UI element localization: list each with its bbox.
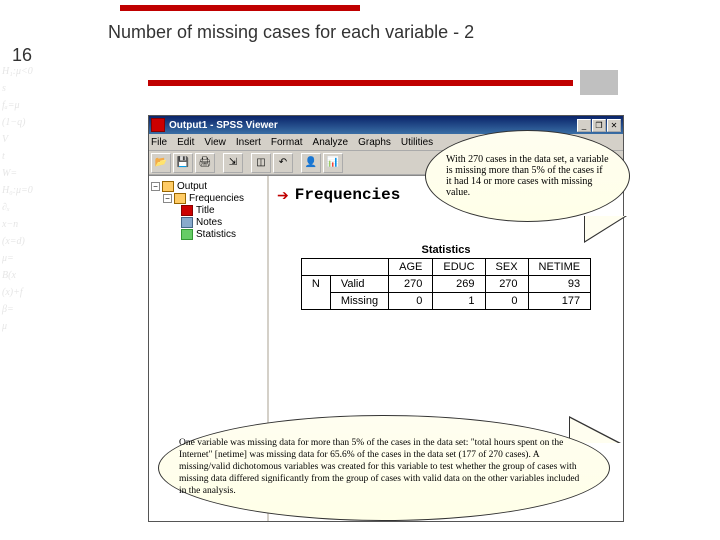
callout-bottom: One variable was missing data for more t… bbox=[158, 415, 610, 521]
tree-title[interactable]: Title bbox=[196, 205, 215, 216]
close-button[interactable]: ✕ bbox=[607, 119, 621, 132]
menu-file[interactable]: File bbox=[151, 137, 167, 148]
stats-icon bbox=[181, 229, 193, 240]
table-caption: Statistics bbox=[277, 244, 615, 256]
cell: 177 bbox=[528, 293, 591, 310]
menu-utilities[interactable]: Utilities bbox=[401, 137, 433, 148]
col-educ: EDUC bbox=[433, 259, 485, 276]
decoration-bar-top bbox=[120, 5, 360, 11]
callout-tail bbox=[585, 216, 625, 241]
col-netime: NETIME bbox=[528, 259, 591, 276]
col-age: AGE bbox=[389, 259, 433, 276]
cell: 0 bbox=[389, 293, 433, 310]
save-icon[interactable]: 💾 bbox=[173, 153, 193, 173]
table-row: Missing 0 1 0 177 bbox=[301, 293, 590, 310]
output-icon bbox=[162, 181, 174, 192]
undo-icon[interactable]: ↶ bbox=[273, 153, 293, 173]
tree-statistics[interactable]: Statistics bbox=[196, 229, 236, 240]
cell: 93 bbox=[528, 276, 591, 293]
menu-view[interactable]: View bbox=[204, 137, 226, 148]
table-header-row: AGE EDUC SEX NETIME bbox=[301, 259, 590, 276]
arrow-icon: ➔ bbox=[277, 187, 289, 204]
cell: 1 bbox=[433, 293, 485, 310]
background-formulas: H₁:μ<0sfₐ=μ (1−q)Vt W=H₀:μ=0∂ₓ x−n(x=d)μ… bbox=[0, 60, 75, 480]
row-valid: Valid bbox=[330, 276, 388, 293]
decoration-bar-mid bbox=[148, 80, 573, 86]
chart-icon[interactable]: 📊 bbox=[323, 153, 343, 173]
row-missing: Missing bbox=[330, 293, 388, 310]
menu-format[interactable]: Format bbox=[271, 137, 303, 148]
rowgroup-n: N bbox=[301, 276, 330, 293]
export-icon[interactable]: ⇲ bbox=[223, 153, 243, 173]
dialog-icon[interactable]: ◫ bbox=[251, 153, 271, 173]
cell: 270 bbox=[485, 276, 528, 293]
slide-title: Number of missing cases for each variabl… bbox=[108, 22, 474, 43]
open-icon[interactable]: 📂 bbox=[151, 153, 171, 173]
print-icon[interactable]: 🖨 bbox=[195, 153, 215, 173]
menu-graphs[interactable]: Graphs bbox=[358, 137, 391, 148]
book-icon bbox=[174, 193, 186, 204]
collapse-icon[interactable]: − bbox=[163, 194, 172, 203]
maximize-button[interactable]: ❐ bbox=[592, 119, 606, 132]
menu-edit[interactable]: Edit bbox=[177, 137, 194, 148]
col-sex: SEX bbox=[485, 259, 528, 276]
minimize-button[interactable]: _ bbox=[577, 119, 591, 132]
menu-analyze[interactable]: Analyze bbox=[313, 137, 349, 148]
notes-icon bbox=[181, 217, 193, 228]
frequencies-heading: Frequencies bbox=[295, 186, 401, 204]
menu-insert[interactable]: Insert bbox=[236, 137, 261, 148]
cell: 269 bbox=[433, 276, 485, 293]
goto-icon[interactable]: 👤 bbox=[301, 153, 321, 173]
page-number: 16 bbox=[12, 45, 32, 66]
collapse-icon[interactable]: − bbox=[151, 182, 160, 191]
cell: 270 bbox=[389, 276, 433, 293]
window-title: Output1 - SPSS Viewer bbox=[169, 120, 576, 131]
title-icon bbox=[181, 205, 193, 216]
tree-notes[interactable]: Notes bbox=[196, 217, 222, 228]
decoration-grey-box bbox=[580, 70, 618, 95]
app-icon bbox=[151, 118, 165, 132]
statistics-table: AGE EDUC SEX NETIME N Valid 270 269 270 … bbox=[301, 258, 591, 310]
table-row: N Valid 270 269 270 93 bbox=[301, 276, 590, 293]
cell: 0 bbox=[485, 293, 528, 310]
tree-frequencies[interactable]: Frequencies bbox=[189, 193, 244, 204]
tree-output[interactable]: Output bbox=[177, 181, 207, 192]
callout-top: With 270 cases in the data set, a variab… bbox=[425, 130, 630, 222]
